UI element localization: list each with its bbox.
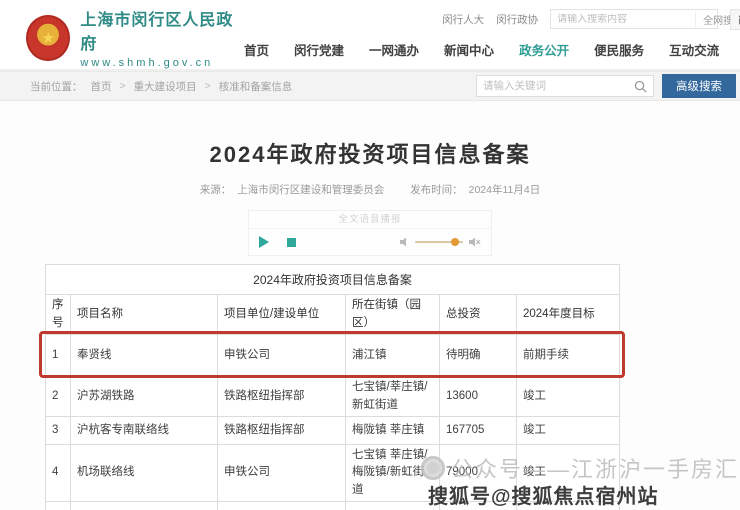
cell-town: 七宝镇/莘庄镇/新虹街道/莘庄工业区 bbox=[346, 501, 440, 510]
col-header-unit: 项目单位/建设单位 bbox=[218, 295, 346, 335]
play-icon[interactable] bbox=[259, 236, 269, 248]
cell-name: 机场联络线 bbox=[71, 445, 218, 502]
publish-date: 2024年11月4日 bbox=[469, 184, 541, 196]
cell-name: 嘉闵线 bbox=[71, 501, 218, 510]
source-value: 上海市闵行区建设和管理委员会 bbox=[237, 184, 384, 196]
wechat-badge-icon bbox=[421, 456, 445, 480]
site-logo[interactable]: ★ 上海市闵行区人民政府 www.shmh.gov.cn bbox=[26, 6, 244, 69]
cell-unit: 申铁公司 bbox=[218, 501, 346, 510]
cell-no: 5 bbox=[46, 501, 71, 510]
col-header-town: 所在街镇（园区） bbox=[346, 295, 440, 335]
search-icon bbox=[634, 80, 647, 93]
page-title: 2024年政府投资项目信息备案 bbox=[0, 137, 740, 169]
nav-item-citizen[interactable]: 便民服务 bbox=[594, 40, 644, 59]
table-caption-row: 2024年政府投资项目信息备案 bbox=[46, 265, 620, 295]
cell-unit: 申铁公司 bbox=[218, 445, 346, 502]
breadcrumb-separator: > bbox=[120, 80, 126, 92]
cell-no: 3 bbox=[46, 417, 71, 445]
stop-icon[interactable] bbox=[287, 238, 296, 247]
table-header-row: 序号 项目名称 项目单位/建设单位 所在街镇（园区） 总投资 2024年度目标 bbox=[46, 295, 620, 335]
advanced-search-button[interactable]: 高级搜索 bbox=[662, 74, 736, 98]
breadcrumb-approval-info[interactable]: 核准和备案信息 bbox=[219, 79, 293, 94]
source-label: 来源： bbox=[200, 184, 232, 196]
publish-label: 发布时间： bbox=[410, 184, 463, 196]
main-nav: 首页 闵行党建 一网通办 新闻中心 政务公开 便民服务 互动交流 投资闵行 闵行… bbox=[244, 34, 740, 64]
nav-item-services[interactable]: 一网通办 bbox=[369, 40, 419, 59]
col-header-target: 2024年度目标 bbox=[517, 295, 620, 335]
cell-town: 梅陇镇 莘庄镇 bbox=[346, 417, 440, 445]
topbar: 闵行人大 闵行政协 全网搜索 简体 无障碍 关怀版 bbox=[244, 6, 740, 32]
cell-no: 4 bbox=[46, 445, 71, 502]
table-row: 3 沪杭客专南联络线 铁路枢纽指挥部 梅陇镇 莘庄镇 167705 竣工 bbox=[46, 417, 620, 445]
site-search: 全网搜索 bbox=[550, 9, 718, 29]
breadcrumb-home[interactable]: 首页 bbox=[91, 79, 112, 94]
language-selector[interactable]: 简体 bbox=[730, 9, 740, 30]
cell-unit: 铁路枢纽指挥部 bbox=[218, 417, 346, 445]
table-row-fengxian-line: 1 奉贤线 申铁公司 浦江镇 待明确 前期手续 bbox=[46, 335, 620, 377]
audio-player-title: 全文语音播报 bbox=[249, 211, 491, 229]
cell-target: 竣工 bbox=[517, 377, 620, 417]
volume-low-icon bbox=[398, 236, 410, 248]
nav-item-interaction[interactable]: 互动交流 bbox=[669, 40, 719, 59]
site-header: ★ 上海市闵行区人民政府 www.shmh.gov.cn 闵行人大 闵行政协 全… bbox=[0, 0, 740, 69]
cell-town: 浦江镇 bbox=[346, 335, 440, 377]
col-header-investment: 总投资 bbox=[440, 295, 517, 335]
col-header-no: 序号 bbox=[46, 295, 71, 335]
cell-name: 沪苏湖铁路 bbox=[71, 377, 218, 417]
cell-investment: 待明确 bbox=[440, 335, 517, 377]
breadcrumb-band: 当前位置： 首页 > 重大建设项目 > 核准和备案信息 高级搜索 bbox=[0, 71, 740, 101]
national-emblem-icon: ★ bbox=[26, 15, 70, 61]
table-caption: 2024年政府投资项目信息备案 bbox=[46, 265, 620, 295]
breadcrumb-separator: > bbox=[205, 80, 211, 92]
cell-unit: 铁路枢纽指挥部 bbox=[218, 377, 346, 417]
topbar-link-renda[interactable]: 闵行人大 bbox=[442, 12, 484, 27]
volume-slider-thumb[interactable] bbox=[451, 238, 459, 246]
audio-player: 全文语音播报 bbox=[248, 210, 492, 256]
keyword-input[interactable] bbox=[483, 80, 634, 92]
cell-name: 奉贤线 bbox=[71, 335, 218, 377]
cell-target: 前期手续 bbox=[517, 335, 620, 377]
nav-item-home[interactable]: 首页 bbox=[244, 40, 269, 59]
page-search: 高级搜索 bbox=[476, 74, 736, 98]
breadcrumb: 当前位置： 首页 > 重大建设项目 > 核准和备案信息 bbox=[30, 79, 292, 94]
cell-investment: 13600 bbox=[440, 377, 517, 417]
cell-name: 沪杭客专南联络线 bbox=[71, 417, 218, 445]
cell-no: 2 bbox=[46, 377, 71, 417]
site-url: www.shmh.gov.cn bbox=[80, 57, 244, 69]
cell-investment: 167705 bbox=[440, 417, 517, 445]
topbar-link-zhengxie[interactable]: 闵行政协 bbox=[496, 12, 538, 27]
site-name: 上海市闵行区人民政府 bbox=[80, 6, 244, 54]
volume-mute-icon[interactable] bbox=[468, 236, 481, 248]
government-webpage: ★ 上海市闵行区人民政府 www.shmh.gov.cn 闵行人大 闵行政协 全… bbox=[0, 0, 740, 510]
table-row: 2 沪苏湖铁路 铁路枢纽指挥部 七宝镇/莘庄镇/新虹街道 13600 竣工 bbox=[46, 377, 620, 417]
col-header-name: 项目名称 bbox=[71, 295, 218, 335]
watermark-sohu: 搜狐号@搜狐焦点宿州站 bbox=[428, 480, 659, 509]
site-search-input[interactable] bbox=[551, 14, 695, 25]
nav-item-gov-affairs[interactable]: 政务公开 bbox=[519, 40, 569, 59]
nav-item-news[interactable]: 新闻中心 bbox=[444, 40, 494, 59]
article-meta: 来源： 上海市闵行区建设和管理委员会 发布时间： 2024年11月4日 bbox=[0, 182, 740, 197]
cell-town: 七宝镇/莘庄镇/新虹街道 bbox=[346, 377, 440, 417]
cell-unit: 申铁公司 bbox=[218, 335, 346, 377]
cell-no: 1 bbox=[46, 335, 71, 377]
nav-item-party[interactable]: 闵行党建 bbox=[294, 40, 344, 59]
breadcrumb-major-projects[interactable]: 重大建设项目 bbox=[134, 79, 197, 94]
cell-target: 竣工 bbox=[517, 417, 620, 445]
volume-slider[interactable] bbox=[415, 241, 463, 243]
breadcrumb-prefix: 当前位置： bbox=[30, 79, 83, 94]
